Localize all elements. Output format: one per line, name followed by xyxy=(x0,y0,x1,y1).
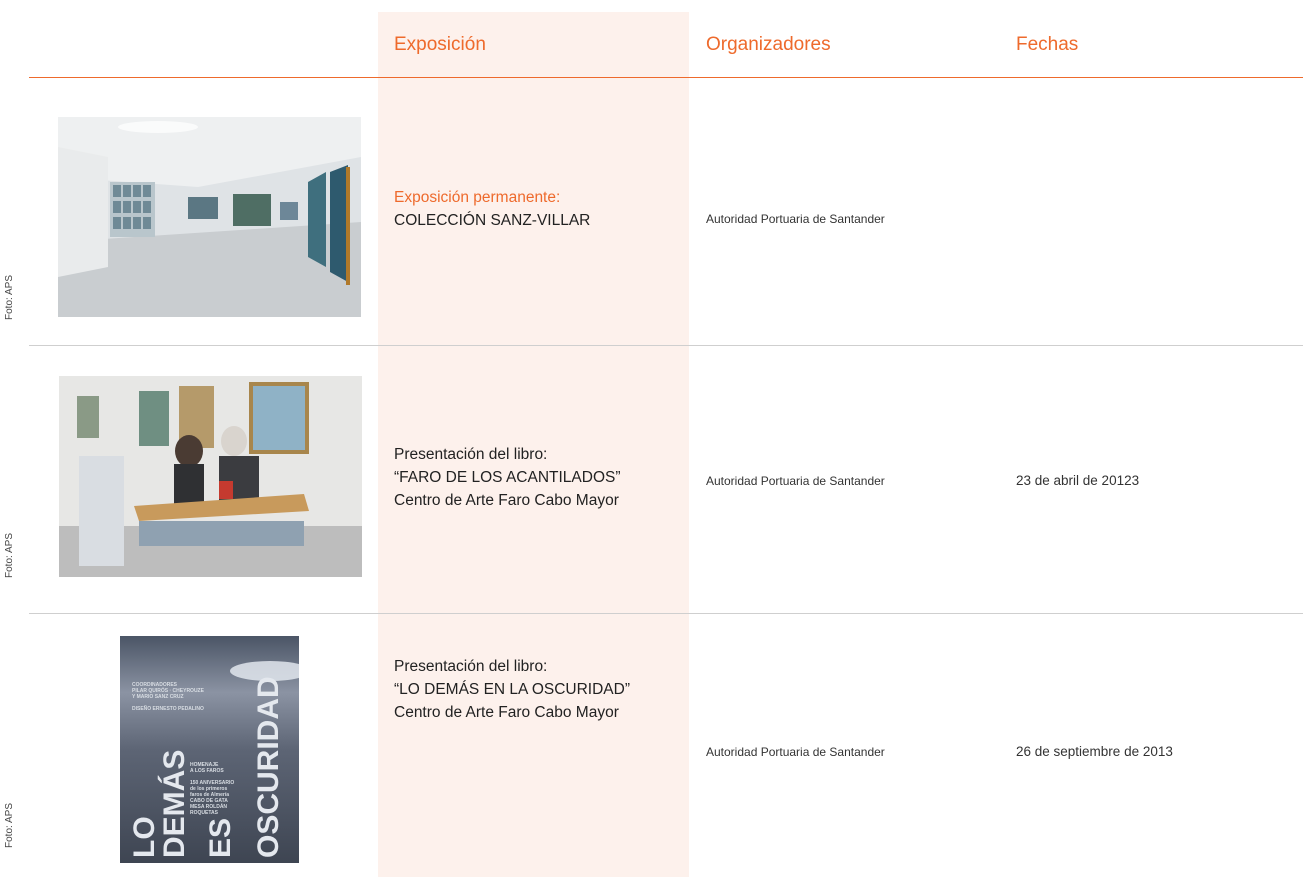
exposicion-title-line: COLECCIÓN SANZ-VILLAR xyxy=(394,212,591,229)
cover-title-word: ES xyxy=(204,818,237,858)
cover-credits-line: PILAR QUIRÓS · CHEYROUZE xyxy=(132,686,205,694)
book-cover-image: COORDINADORES PILAR QUIRÓS · CHEYROUZE Y… xyxy=(120,636,299,863)
header-fechas: Fechas xyxy=(1016,34,1079,55)
exposicion-title-line: Presentación del libro: xyxy=(394,446,548,463)
exposicion-cell: Exposición permanente: COLECCIÓN SANZ-VI… xyxy=(394,186,590,232)
cover-credits-line: DISEÑO ERNESTO PEDALINO xyxy=(132,705,204,712)
date-text: 23 de abril de 20123 xyxy=(1016,473,1140,488)
photo-credit: Foto: APS xyxy=(4,532,15,578)
exposicion-title-line: Presentación del libro: xyxy=(394,658,548,675)
organizer-text: Autoridad Portuaria de Santander xyxy=(706,474,885,488)
cover-subtitle-line: A LOS FAROS xyxy=(190,768,224,774)
header-divider xyxy=(29,77,1303,78)
book-presentation-photo xyxy=(59,376,362,577)
cover-subtitle-line: ROQUETAS xyxy=(190,810,219,816)
exposicion-title-line: “LO DEMÁS EN LA OSCURIDAD” xyxy=(394,681,630,698)
cover-title-word: OSCURIDAD xyxy=(252,676,285,858)
exposicion-title-line: Centro de Arte Faro Cabo Mayor xyxy=(394,704,619,721)
header-organizadores: Organizadores xyxy=(706,34,831,55)
cover-title-word: DEMÁS xyxy=(157,750,191,858)
cover-credits-line: Y MARIO SANZ CRUZ xyxy=(132,694,184,700)
exposicion-title-line: “FARO DE LOS ACANTILADOS” xyxy=(394,469,621,486)
gallery-photo xyxy=(58,117,361,317)
header-exposicion: Exposición xyxy=(394,34,486,55)
photo-credit: Foto: APS xyxy=(4,802,15,848)
cover-subtitle-line: MESA ROLDÁN xyxy=(190,803,227,810)
date-text: 26 de septiembre de 2013 xyxy=(1016,744,1173,759)
row-divider xyxy=(29,345,1303,346)
exposicion-cell: Presentación del libro: “LO DEMÁS EN LA … xyxy=(394,655,630,724)
photo-credit: Foto: APS xyxy=(4,274,15,320)
organizer-text: Autoridad Portuaria de Santander xyxy=(706,212,885,226)
exposicion-title-line: Centro de Arte Faro Cabo Mayor xyxy=(394,492,619,509)
cover-title-word: LO xyxy=(128,816,161,858)
organizer-text: Autoridad Portuaria de Santander xyxy=(706,745,885,759)
exposicion-cell: Presentación del libro: “FARO DE LOS ACA… xyxy=(394,443,621,512)
row-divider xyxy=(29,613,1303,614)
exposicion-accent-label: Exposición permanente: xyxy=(394,189,561,206)
